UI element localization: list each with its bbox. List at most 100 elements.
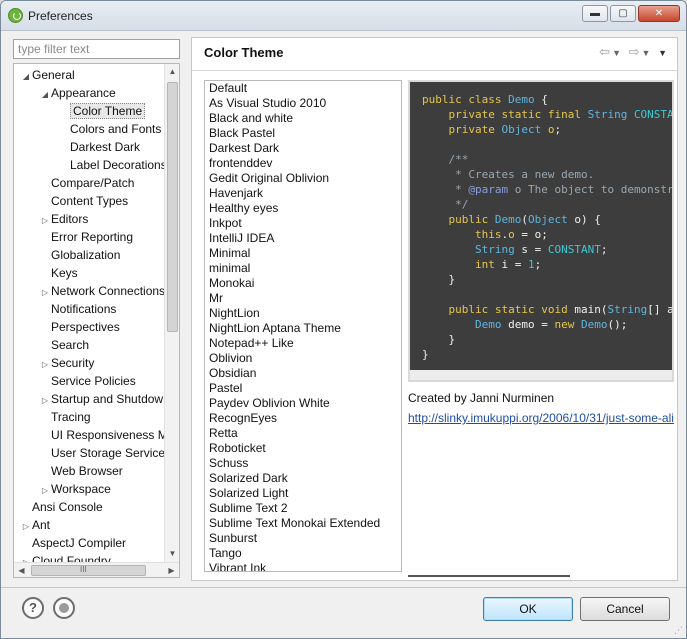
theme-item[interactable]: RecognEyes xyxy=(205,411,401,426)
tree-item[interactable]: ◢ General xyxy=(20,66,75,84)
theme-item[interactable]: Sublime Text 2 xyxy=(205,501,401,516)
theme-item[interactable]: Solarized Light xyxy=(205,486,401,501)
code-token: { xyxy=(534,93,548,106)
theme-item[interactable]: Retta xyxy=(205,426,401,441)
tree-item[interactable]: ◢ Appearance xyxy=(39,84,116,102)
theme-item[interactable]: Minimal xyxy=(205,246,401,261)
tree-item[interactable]: Error Reporting xyxy=(39,228,133,246)
theme-item[interactable]: Mr xyxy=(205,291,401,306)
tree-item[interactable]: Compare/Patch xyxy=(39,174,134,192)
tree-vertical-scrollbar[interactable]: ▲ ▼ xyxy=(164,64,179,562)
minimize-button[interactable]: ▬ xyxy=(582,5,608,22)
tree-item[interactable]: Ansi Console xyxy=(20,498,103,516)
tree-item[interactable]: Colors and Fonts xyxy=(58,120,161,138)
tree-item[interactable]: Web Browser xyxy=(39,462,123,480)
theme-item[interactable]: Solarized Dark xyxy=(205,471,401,486)
expanded-twisty-icon[interactable]: ◢ xyxy=(39,86,51,104)
theme-item[interactable]: Monokai xyxy=(205,276,401,291)
maximize-button[interactable]: ▢ xyxy=(610,5,636,22)
theme-item[interactable]: Schuss xyxy=(205,456,401,471)
theme-item[interactable]: NightLion Aptana Theme xyxy=(205,321,401,336)
preferences-window: Preferences ▬ ▢ ✕ ◢General◢AppearanceCol… xyxy=(0,0,687,639)
tree-item[interactable]: Service Policies xyxy=(39,372,136,390)
tree-item[interactable]: User Storage Service xyxy=(39,444,165,462)
theme-item[interactable]: Inkpot xyxy=(205,216,401,231)
filter-input[interactable] xyxy=(13,39,180,59)
close-button[interactable]: ✕ xyxy=(638,5,680,22)
theme-item[interactable]: Default xyxy=(205,81,401,96)
theme-item[interactable]: Vibrant Ink xyxy=(205,561,401,571)
forward-history-dropdown-icon[interactable]: ▼ xyxy=(642,48,653,58)
theme-list[interactable]: Default As Visual Studio 2010 Black and wh… xyxy=(204,80,402,572)
forward-arrow-icon[interactable]: ⇨ xyxy=(629,44,642,59)
theme-item[interactable]: Black Pastel xyxy=(205,126,401,141)
record-icon[interactable] xyxy=(53,597,75,619)
tree-item[interactable]: AspectJ Compiler xyxy=(20,534,126,552)
theme-item[interactable]: Pastel xyxy=(205,381,401,396)
ok-button[interactable]: OK xyxy=(483,597,573,621)
theme-item[interactable]: Roboticket xyxy=(205,441,401,456)
help-button[interactable]: ? xyxy=(22,597,44,619)
theme-item[interactable]: Paydev Oblivion White xyxy=(205,396,401,411)
tree-item[interactable]: ▷ Startup and Shutdown xyxy=(39,390,170,408)
theme-item[interactable]: Black and white xyxy=(205,111,401,126)
tree-item[interactable]: Globalization xyxy=(39,246,120,264)
tree-item[interactable]: ▷ Security xyxy=(39,354,94,372)
cancel-button[interactable]: Cancel xyxy=(580,597,670,621)
tree-item[interactable]: Color Theme xyxy=(58,102,146,120)
resize-grip-icon[interactable]: ⋰ xyxy=(674,625,683,636)
tree-item[interactable]: Content Types xyxy=(39,192,128,210)
code-token: Demo xyxy=(494,213,522,226)
scroll-left-icon[interactable]: ◀ xyxy=(14,563,29,577)
theme-item[interactable]: frontenddev xyxy=(205,156,401,171)
spring-leaf-icon xyxy=(8,8,23,23)
theme-item[interactable]: NightLion xyxy=(205,306,401,321)
tree-horizontal-scrollbar[interactable]: ◀ III ▶ xyxy=(14,562,179,577)
tree-item[interactable]: Tracing xyxy=(39,408,91,426)
tree-item[interactable]: Perspectives xyxy=(39,318,120,336)
tree-item[interactable]: ▷ Ant xyxy=(20,516,50,534)
title-bar[interactable]: Preferences ▬ ▢ ✕ xyxy=(1,1,686,31)
theme-item[interactable]: Sublime Text Monokai Extended xyxy=(205,516,401,531)
theme-link[interactable]: http://slinky.imukuppi.org/2006/10/31/ju… xyxy=(408,411,674,425)
theme-item[interactable]: Gedit Original Oblivion xyxy=(205,171,401,186)
code-token: } xyxy=(422,348,429,361)
tree-item[interactable]: Darkest Dark xyxy=(58,138,140,156)
back-history-dropdown-icon[interactable]: ▼ xyxy=(612,48,623,58)
tree-hscroll-thumb[interactable]: III xyxy=(31,565,146,576)
tree-item[interactable]: Label Decorations xyxy=(58,156,167,174)
theme-item[interactable]: Tango xyxy=(205,546,401,561)
scroll-right-icon[interactable]: ▶ xyxy=(164,563,179,577)
theme-item[interactable]: Havenjark xyxy=(205,186,401,201)
theme-item[interactable]: IntelliJ IDEA xyxy=(205,231,401,246)
tree-item[interactable]: Keys xyxy=(39,264,78,282)
expanded-twisty-icon[interactable]: ◢ xyxy=(20,68,32,86)
back-arrow-icon[interactable]: ⇦ xyxy=(599,44,612,59)
tree-item-label: Search xyxy=(51,338,90,352)
theme-item[interactable]: Sunburst xyxy=(205,531,401,546)
tree-vscroll-thumb[interactable] xyxy=(167,82,178,332)
theme-item[interactable]: Darkest Dark xyxy=(205,141,401,156)
tree-item[interactable]: Search xyxy=(39,336,89,354)
theme-item[interactable]: As Visual Studio 2010 xyxy=(205,96,401,111)
tree-item[interactable]: ▷ Workspace xyxy=(39,480,111,498)
code-token: Demo xyxy=(508,93,535,106)
theme-item[interactable]: Oblivion xyxy=(205,351,401,366)
preview-horizontal-scrollbar[interactable] xyxy=(410,370,672,380)
tree-item[interactable]: ▷ Network Connections xyxy=(39,282,165,300)
tree-item[interactable]: UI Responsiveness Monitoring xyxy=(39,426,179,444)
scroll-up-icon[interactable]: ▲ xyxy=(165,64,179,79)
tree-item[interactable]: ▷ Editors xyxy=(39,210,88,228)
theme-item[interactable]: Obsidian xyxy=(205,366,401,381)
theme-item[interactable]: Notepad++ Like xyxy=(205,336,401,351)
code-token: ; xyxy=(554,123,562,136)
scroll-down-icon[interactable]: ▼ xyxy=(165,546,179,561)
theme-item[interactable]: minimal xyxy=(205,261,401,276)
theme-item[interactable]: Healthy eyes xyxy=(205,201,401,216)
tree-item[interactable]: Notifications xyxy=(39,300,116,318)
tree-item-label: Notifications xyxy=(51,302,117,316)
code-token: /** xyxy=(422,153,469,166)
view-menu-icon[interactable]: ▼ xyxy=(658,48,669,58)
tree-item-label: General xyxy=(32,68,75,82)
